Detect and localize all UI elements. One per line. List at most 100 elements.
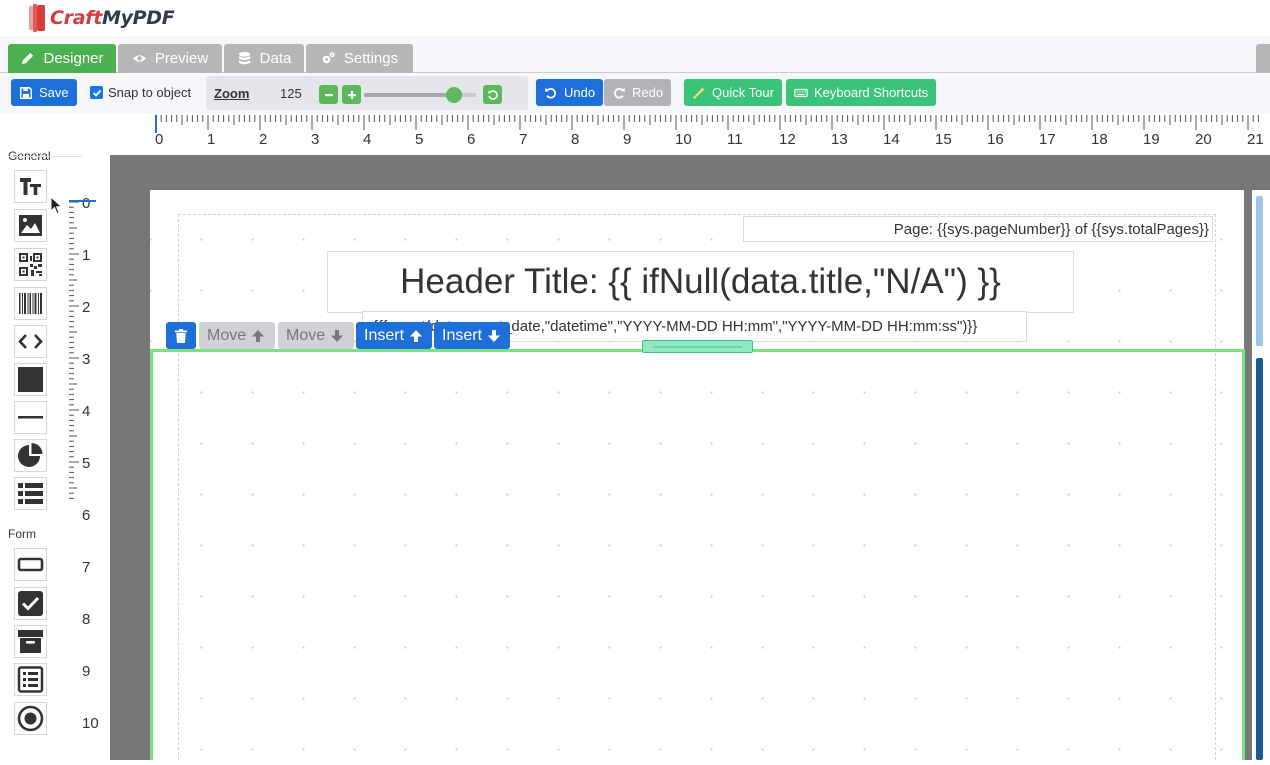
ruler-label: 10 — [82, 715, 99, 732]
reset-icon — [487, 89, 498, 100]
pencil-icon — [22, 52, 34, 65]
move-band-down-button[interactable]: Move — [278, 322, 354, 349]
detail-band[interactable] — [150, 349, 1245, 760]
zoom-slider[interactable] — [364, 87, 476, 103]
ruler-label: 9 — [82, 663, 90, 680]
undo-label: Undo — [564, 85, 596, 100]
tab-settings[interactable]: Settings — [306, 44, 413, 73]
radio-icon — [17, 705, 44, 732]
move-down-label: Move — [286, 326, 326, 344]
zoom-value: 125 — [280, 86, 302, 101]
plus-icon — [347, 90, 356, 99]
horizontal-ruler-scale: 0 1 2 3 4 5 6 7 8 9 10 11 12 13 14 15 16 17 18 19 20 21 — [155, 115, 1264, 148]
palette-table-item[interactable] — [14, 477, 47, 510]
vertical-scrollbar-thumb[interactable] — [1256, 358, 1263, 760]
insert-band-above-button[interactable]: Insert — [356, 322, 432, 349]
palette-image-item[interactable] — [14, 209, 47, 242]
zoom-slider-thumb[interactable] — [445, 87, 462, 103]
header-title-text-element[interactable]: Header Title: {{ ifNull(data.title,"N/A"… — [327, 251, 1074, 313]
logo[interactable]: CraftMyPDF — [27, 3, 175, 33]
save-label: Save — [39, 85, 69, 100]
tab-preview-label: Preview — [154, 50, 209, 67]
zoom-label[interactable]: Zoom — [214, 86, 249, 101]
ruler-label: 13 — [831, 131, 848, 148]
text-icon — [20, 178, 41, 195]
eye-icon — [132, 55, 146, 62]
ruler-label: 10 — [675, 131, 692, 148]
vertical-ruler: 0 1 2 3 4 5 6 7 8 9 10 — [66, 190, 110, 760]
tab-bar: Designer Preview Data Settings — [0, 37, 1270, 73]
ruler-label: 3 — [311, 131, 319, 148]
palette-rectangle-item[interactable] — [14, 363, 47, 396]
zoom-reset-button[interactable] — [483, 85, 502, 104]
zoom-slider-fill — [364, 93, 454, 97]
chart-pie-icon — [18, 443, 43, 467]
ruler-label: 20 — [1195, 131, 1212, 148]
palette-form-label: Form — [8, 527, 36, 541]
gears-icon — [322, 52, 335, 64]
ruler-label: 8 — [82, 611, 90, 628]
logo-text-part1: Craft — [50, 7, 102, 29]
move-up-label: Move — [207, 326, 247, 344]
vertical-scrollbar-track[interactable] — [1256, 196, 1263, 346]
palette-line-item[interactable] — [14, 401, 47, 434]
ruler-label: 14 — [883, 131, 900, 148]
logo-text-part2: MyPDF — [101, 7, 175, 29]
ruler-label: 17 — [1039, 131, 1056, 148]
listbox-icon — [17, 666, 44, 693]
palette-qrcode-item[interactable] — [14, 248, 47, 281]
move-band-up-button[interactable]: Move — [199, 322, 275, 349]
zoom-panel: Zoom 125 — [206, 76, 528, 110]
ruler-label: 15 — [935, 131, 952, 148]
tab-settings-label: Settings — [343, 50, 399, 67]
arrow-up-icon — [410, 329, 423, 342]
image-icon — [19, 215, 42, 236]
palette-chart-item[interactable] — [14, 439, 47, 472]
snap-label: Snap to object — [108, 85, 192, 100]
keyboard-shortcuts-button[interactable]: Keyboard Shortcuts — [786, 79, 937, 106]
tab-data[interactable]: Data — [224, 44, 304, 73]
delete-band-button[interactable] — [166, 322, 196, 349]
palette-combobox-item[interactable] — [14, 625, 47, 658]
ruler-label: 4 — [82, 403, 90, 420]
palette-html-item[interactable] — [14, 325, 47, 358]
minus-icon — [324, 93, 333, 96]
palette-listbox-item[interactable] — [14, 663, 47, 696]
ruler-label: 0 — [82, 195, 90, 212]
tab-designer-label: Designer — [43, 50, 104, 67]
zoom-out-button[interactable] — [319, 85, 338, 104]
snap-to-object-checkbox[interactable]: Snap to object — [90, 85, 191, 100]
magic-wand-icon — [693, 86, 706, 99]
logo-icon — [29, 4, 45, 32]
tab-designer[interactable]: Designer — [8, 44, 116, 73]
palette-checkbox-item[interactable] — [14, 587, 47, 620]
toolbar: Save Snap to object Zoom 125 Undo Redo Q… — [0, 73, 1270, 113]
code-icon — [18, 334, 43, 349]
horizontal-ruler: 0 1 2 3 4 5 6 7 8 9 10 11 12 13 14 15 16 17 18 19 20 21 — [110, 113, 1270, 155]
ruler-label: 2 — [82, 299, 90, 316]
trash-icon — [175, 328, 187, 343]
save-button[interactable]: Save — [11, 79, 77, 106]
palette-textbox-item[interactable] — [14, 548, 47, 581]
zoom-in-button[interactable] — [342, 85, 361, 104]
qrcode-icon — [19, 253, 42, 276]
ruler-label: 12 — [779, 131, 796, 148]
palette-text-item[interactable] — [14, 170, 47, 203]
band-resize-handle[interactable] — [642, 340, 753, 353]
checkbox-checked-icon — [90, 86, 103, 99]
ruler-label: 19 — [1143, 131, 1160, 148]
ruler-label: 5 — [415, 131, 423, 148]
page-number-text-element[interactable]: Page: {{sys.pageNumber}} of {{sys.totalP… — [743, 216, 1213, 242]
undo-icon — [545, 87, 556, 98]
palette-barcode-item[interactable] — [14, 287, 47, 320]
quick-tour-button[interactable]: Quick Tour — [684, 79, 782, 106]
redo-button[interactable]: Redo — [604, 79, 672, 106]
ruler-label: 7 — [82, 559, 90, 576]
undo-button[interactable]: Undo — [536, 79, 604, 106]
panel-toggle-tab[interactable] — [1256, 44, 1270, 73]
tab-preview[interactable]: Preview — [118, 44, 222, 73]
rectangle-icon — [18, 367, 43, 392]
insert-band-below-button[interactable]: Insert — [434, 322, 510, 349]
checkbox-icon — [18, 591, 43, 616]
palette-radio-item[interactable] — [14, 702, 47, 735]
